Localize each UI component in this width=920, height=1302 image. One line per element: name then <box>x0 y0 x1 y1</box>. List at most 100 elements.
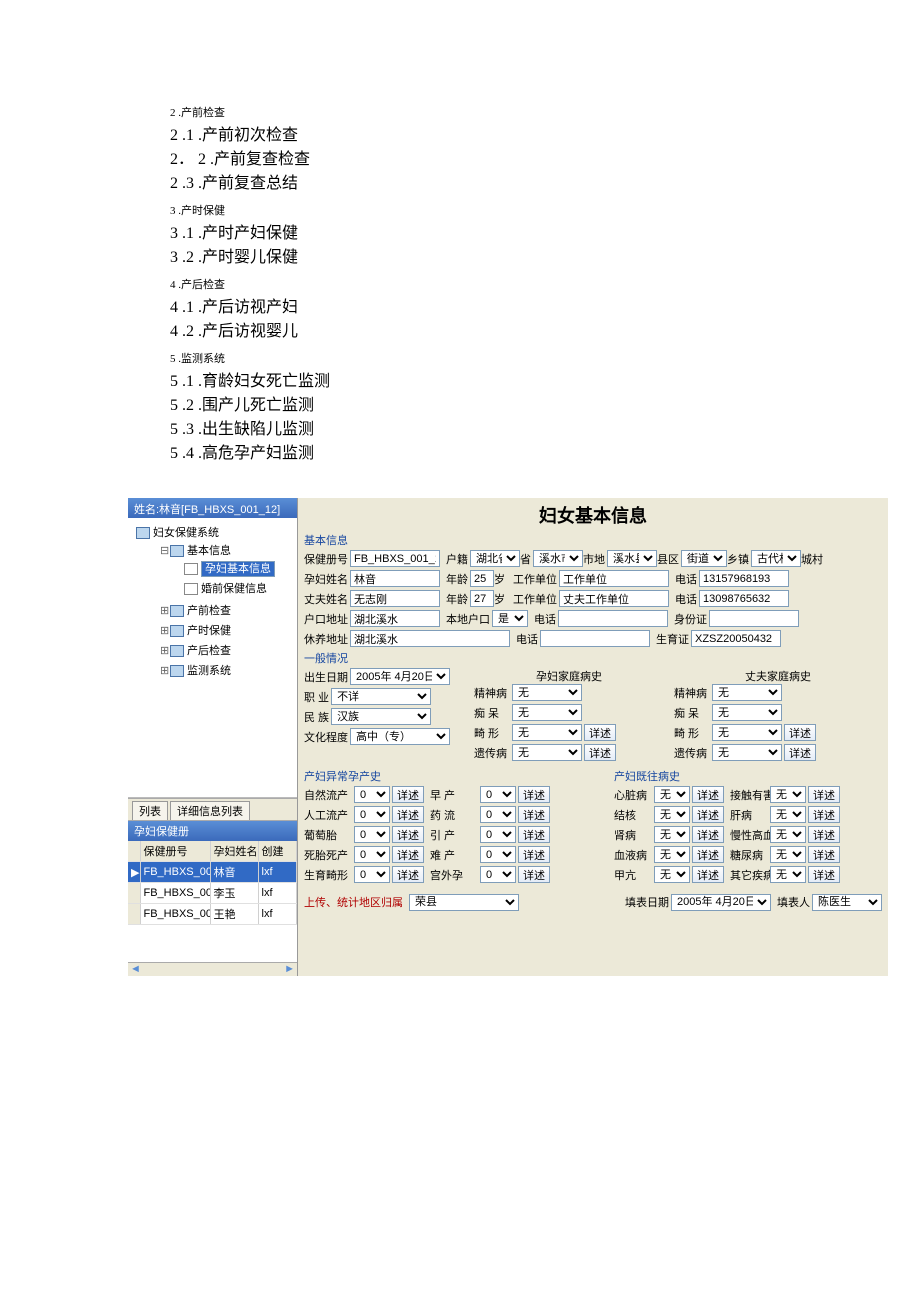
medhist-select[interactable]: 无 <box>654 806 690 823</box>
detail-button[interactable]: 详述 <box>392 826 424 843</box>
medhist-select[interactable]: 无 <box>770 806 806 823</box>
table-row[interactable]: FB_HBXS_001李玉lxf <box>128 883 297 904</box>
medhist-select[interactable]: 无 <box>770 826 806 843</box>
pphone-input[interactable] <box>699 570 789 587</box>
tel2-input[interactable] <box>540 630 650 647</box>
deform-p-detail-button[interactable]: 详述 <box>584 724 616 741</box>
deform-p-select[interactable]: 无 <box>512 724 582 741</box>
record-grid[interactable]: 保健册号 孕妇姓名 创建 ▶FB_HBXS_001林音lxfFB_HBXS_00… <box>128 841 297 962</box>
job-select[interactable]: 不详 <box>331 688 431 705</box>
fertno-input[interactable] <box>691 630 781 647</box>
detail-button[interactable]: 详述 <box>518 786 550 803</box>
col-bookno[interactable]: 保健册号 <box>140 841 210 862</box>
detail-button[interactable]: 详述 <box>392 806 424 823</box>
county-select[interactable]: 溪水县 <box>607 550 657 567</box>
detail-button[interactable]: 详述 <box>692 846 724 863</box>
detail-button[interactable]: 详述 <box>808 846 840 863</box>
detail-button[interactable]: 详述 <box>808 826 840 843</box>
hered-p-detail-button[interactable]: 详述 <box>584 744 616 761</box>
deform-h-detail-button[interactable]: 详述 <box>784 724 816 741</box>
idcard-input[interactable] <box>709 610 799 627</box>
localhk-select[interactable]: 是 <box>492 610 528 627</box>
tree-monitor[interactable]: ⊞监测系统 <box>156 660 293 680</box>
abnormal-select[interactable]: 0 <box>480 866 516 883</box>
detail-button[interactable]: 详述 <box>392 786 424 803</box>
detail-button[interactable]: 详述 <box>692 806 724 823</box>
tree-basic-info[interactable]: ⊟基本信息 孕妇基本信息 婚前保健信息 <box>156 540 293 600</box>
detail-button[interactable]: 详述 <box>518 806 550 823</box>
edu-select[interactable]: 高中（专） <box>350 728 450 745</box>
detail-button[interactable]: 详述 <box>518 826 550 843</box>
tree-premarital[interactable]: 婚前保健信息 <box>180 578 293 598</box>
deform-h-select[interactable]: 无 <box>712 724 782 741</box>
medhist-select[interactable]: 无 <box>770 866 806 883</box>
city-select[interactable]: 溪水市 <box>533 550 583 567</box>
detail-button[interactable]: 详述 <box>808 806 840 823</box>
nav-tree[interactable]: 妇女保健系统 ⊟基本信息 孕妇基本信息 婚前保健信息 ⊞产前检查 ⊞产时保健 ⊞… <box>128 518 297 798</box>
hukou-prov-select[interactable]: 湖北省 <box>470 550 520 567</box>
tree-pregnant-basic[interactable]: 孕妇基本信息 <box>180 558 293 578</box>
table-row[interactable]: FB_HBXS_001王艳lxf <box>128 904 297 925</box>
abnormal-select[interactable]: 0 <box>480 846 516 863</box>
mental-h-select[interactable]: 无 <box>712 684 782 701</box>
medhist-select[interactable]: 无 <box>654 786 690 803</box>
mental-p-select[interactable]: 无 <box>512 684 582 701</box>
birth-select[interactable]: 2005年 4月20日 <box>350 668 450 685</box>
scroll-right-icon[interactable]: ► <box>284 963 295 976</box>
detail-button[interactable]: 详述 <box>692 786 724 803</box>
upload-region-select[interactable]: 荣县 <box>409 894 519 911</box>
scroll-left-icon[interactable]: ◄ <box>130 963 141 976</box>
filler-select[interactable]: 陈医生 <box>812 894 882 911</box>
medhist-select[interactable]: 无 <box>654 866 690 883</box>
page-input[interactable] <box>470 570 494 587</box>
abnormal-select[interactable]: 0 <box>354 866 390 883</box>
hered-h-select[interactable]: 无 <box>712 744 782 761</box>
detail-button[interactable]: 详述 <box>692 826 724 843</box>
medhist-select[interactable]: 无 <box>770 786 806 803</box>
col-name[interactable]: 孕妇姓名 <box>210 841 258 862</box>
detail-button[interactable]: 详述 <box>518 846 550 863</box>
tab-detail-list[interactable]: 详细信息列表 <box>170 801 250 820</box>
hkaddr-input[interactable] <box>350 610 440 627</box>
bookno-input[interactable] <box>350 550 440 567</box>
tel1-input[interactable] <box>558 610 668 627</box>
abnormal-select[interactable]: 0 <box>354 806 390 823</box>
hworkunit-input[interactable] <box>559 590 669 607</box>
tree-prenatal[interactable]: ⊞产前检查 <box>156 600 293 620</box>
table-row[interactable]: ▶FB_HBXS_001林音lxf <box>128 862 297 883</box>
medhist-select[interactable]: 无 <box>770 846 806 863</box>
nation-select[interactable]: 汉族 <box>331 708 431 725</box>
workunit-input[interactable] <box>559 570 669 587</box>
dull-h-select[interactable]: 无 <box>712 704 782 721</box>
detail-button[interactable]: 详述 <box>392 866 424 883</box>
abnormal-select[interactable]: 0 <box>354 826 390 843</box>
detail-button[interactable]: 详述 <box>808 866 840 883</box>
tree-root[interactable]: 妇女保健系统 ⊟基本信息 孕妇基本信息 婚前保健信息 ⊞产前检查 ⊞产时保健 ⊞… <box>132 522 293 682</box>
col-creator[interactable]: 创建 <box>258 841 297 862</box>
hage-input[interactable] <box>470 590 494 607</box>
dull-p-select[interactable]: 无 <box>512 704 582 721</box>
h-scrollbar[interactable]: ◄ ► <box>128 962 297 976</box>
tree-postnatal[interactable]: ⊞产后检查 <box>156 640 293 660</box>
hname-input[interactable] <box>350 590 440 607</box>
detail-button[interactable]: 详述 <box>692 866 724 883</box>
abnormal-select[interactable]: 0 <box>480 786 516 803</box>
abnormal-select[interactable]: 0 <box>480 826 516 843</box>
tree-intrapartum[interactable]: ⊞产时保健 <box>156 620 293 640</box>
street-select[interactable]: 街道1 <box>681 550 727 567</box>
tab-list[interactable]: 列表 <box>132 801 168 820</box>
filldate-select[interactable]: 2005年 4月20日 <box>671 894 771 911</box>
detail-button[interactable]: 详述 <box>392 846 424 863</box>
village-select[interactable]: 古代村 <box>751 550 801 567</box>
detail-button[interactable]: 详述 <box>518 866 550 883</box>
abnormal-select[interactable]: 0 <box>354 786 390 803</box>
medhist-select[interactable]: 无 <box>654 826 690 843</box>
pname-input[interactable] <box>350 570 440 587</box>
xyaddr-input[interactable] <box>350 630 510 647</box>
abnormal-select[interactable]: 0 <box>354 846 390 863</box>
hered-h-detail-button[interactable]: 详述 <box>784 744 816 761</box>
medhist-select[interactable]: 无 <box>654 846 690 863</box>
hphone-input[interactable] <box>699 590 789 607</box>
detail-button[interactable]: 详述 <box>808 786 840 803</box>
hered-p-select[interactable]: 无 <box>512 744 582 761</box>
